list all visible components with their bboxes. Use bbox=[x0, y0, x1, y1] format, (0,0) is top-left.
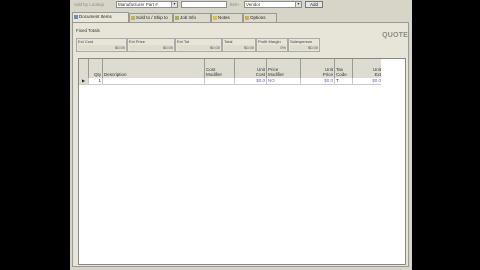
type-label: Item bbox=[230, 2, 239, 7]
totals-section-label: Fixed Totals bbox=[76, 28, 100, 33]
chevron-down-icon[interactable]: ▼ bbox=[295, 2, 301, 7]
item-type-value: Manufacturer Part # bbox=[118, 2, 158, 7]
tab-document-items[interactable]: Document Items bbox=[72, 12, 129, 22]
ext-cost-field: Ext Cost $0.00 bbox=[76, 38, 127, 52]
col-indicator bbox=[79, 59, 89, 78]
type-value: Vendor bbox=[246, 2, 261, 7]
job-icon bbox=[175, 15, 179, 20]
unit-ext-cell[interactable]: $0.0 bbox=[353, 78, 383, 84]
total-field: Total $0.00 bbox=[222, 38, 256, 52]
address-icon bbox=[131, 15, 135, 20]
tab-options[interactable]: Options bbox=[243, 13, 277, 22]
qty-cell[interactable]: 1 bbox=[89, 78, 103, 84]
col-description[interactable]: Description bbox=[103, 59, 205, 78]
grid-header: Qty Description Cost Modifier Unit Cost … bbox=[79, 59, 383, 79]
table-row[interactable]: ▶ 1 $0.0 NO $0.0 T $0.0 bbox=[79, 78, 383, 85]
document-type-label: QUOTE bbox=[382, 32, 408, 39]
search-input[interactable] bbox=[181, 1, 227, 8]
chevron-down-icon[interactable]: ▼ bbox=[171, 2, 177, 7]
col-cost-modifier[interactable]: Cost Modifier bbox=[205, 59, 235, 78]
items-grid: Qty Description Cost Modifier Unit Cost … bbox=[78, 58, 406, 265]
grid-blank-area bbox=[381, 59, 405, 264]
col-qty[interactable]: Qty bbox=[89, 59, 103, 78]
notes-icon bbox=[213, 15, 217, 20]
col-tax-code[interactable]: Tax Code bbox=[335, 59, 353, 78]
quote-window: Add by Lookup Manufacturer Part # ▼ Item… bbox=[70, 0, 412, 270]
row-indicator-icon: ▶ bbox=[79, 78, 89, 84]
col-price-modifier[interactable]: Price Modifier bbox=[267, 59, 301, 78]
tab-sold-to-ship-to[interactable]: Sold to / Ship to bbox=[129, 13, 173, 22]
item-type-select[interactable]: Manufacturer Part # ▼ bbox=[116, 1, 178, 8]
document-icon bbox=[74, 14, 78, 19]
tab-notes[interactable]: Notes bbox=[211, 13, 243, 22]
tax-code-cell[interactable]: T bbox=[335, 78, 353, 84]
toolbar: Add by Lookup Manufacturer Part # ▼ Item… bbox=[70, 0, 412, 10]
salesperson-field: Salesperson $0.00 bbox=[288, 38, 320, 52]
ext-price-field: Ext Price $0.00 bbox=[127, 38, 175, 52]
lookup-label: Add by Lookup bbox=[74, 2, 105, 7]
cost-modifier-cell[interactable] bbox=[205, 78, 235, 84]
add-button[interactable]: Add bbox=[305, 1, 323, 8]
profit-margin-field: Profit Margin 0% bbox=[256, 38, 288, 52]
col-unit-ext[interactable]: Unit Ext bbox=[353, 59, 383, 78]
price-modifier-cell[interactable]: NO bbox=[267, 78, 301, 84]
col-unit-cost[interactable]: Unit Cost bbox=[235, 59, 267, 78]
unit-cost-cell[interactable]: $0.0 bbox=[235, 78, 267, 84]
col-unit-price[interactable]: Unit Price bbox=[301, 59, 335, 78]
tab-job-info[interactable]: Job Info bbox=[173, 13, 211, 22]
unit-price-cell[interactable]: $0.0 bbox=[301, 78, 335, 84]
type-select[interactable]: Vendor ▼ bbox=[244, 1, 302, 8]
ext-tot-field: Ext Tot $0.00 bbox=[175, 38, 222, 52]
options-icon bbox=[245, 15, 249, 20]
description-cell[interactable] bbox=[103, 78, 205, 84]
